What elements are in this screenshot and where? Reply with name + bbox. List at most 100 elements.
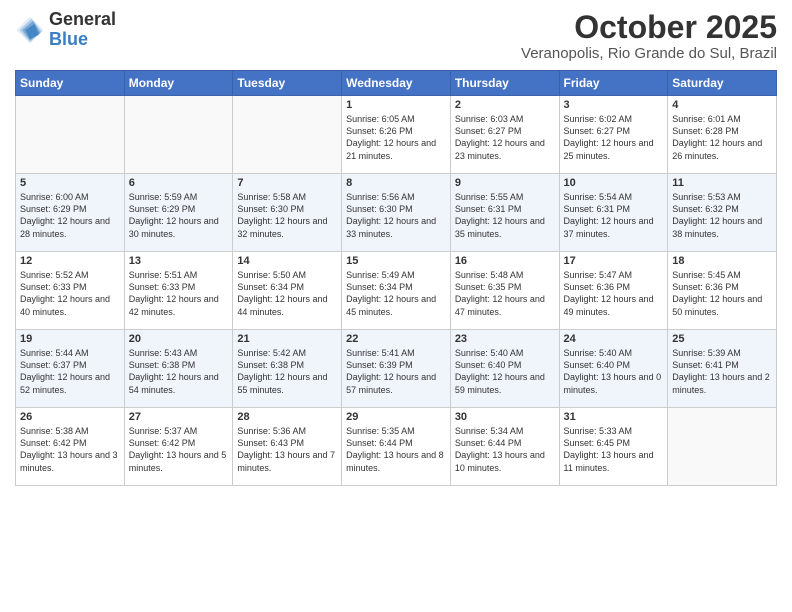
day-number: 10 — [564, 177, 664, 189]
day-cell: 11 Sunrise: 5:53 AM Sunset: 6:32 PM Dayli… — [668, 174, 777, 252]
day-number: 26 — [20, 411, 120, 423]
day-cell: 7Sunrise: 5:58 AM Sunset: 6:30 PM Daylig… — [233, 174, 342, 252]
day-info: Sunrise: 6:00 AM Sunset: 6:29 PM Dayligh… — [20, 191, 120, 240]
day-number: 11 — [672, 177, 772, 189]
day-number: 23 — [455, 333, 555, 345]
day-info: Sunrise: 5:40 AM Sunset: 6:40 PM Dayligh… — [564, 347, 664, 396]
day-number: 2 — [455, 99, 555, 111]
day-number: 8 — [346, 177, 446, 189]
day-number: 16 — [455, 255, 555, 267]
day-number: 18 — [672, 255, 772, 267]
day-info: Sunrise: 5:52 AM Sunset: 6:33 PM Dayligh… — [20, 269, 120, 318]
day-info: Sunrise: 6:05 AM Sunset: 6:26 PM Dayligh… — [346, 113, 446, 162]
day-number: 17 — [564, 255, 664, 267]
day-cell: 3 Sunrise: 6:02 AM Sunset: 6:27 PM Daylig… — [559, 96, 668, 174]
day-cell — [16, 96, 125, 174]
day-number: 15 — [346, 255, 446, 267]
day-cell — [124, 96, 233, 174]
logo: General Blue — [15, 10, 116, 50]
day-cell: 28 Sunrise: 5:36 AM Sunset: 6:43 PM Dayli… — [233, 408, 342, 486]
day-cell: 17 Sunrise: 5:47 AM Sunset: 6:36 PM Dayli… — [559, 252, 668, 330]
weekday-header-wednesday: Wednesday — [342, 71, 451, 96]
calendar-table: SundayMondayTuesdayWednesdayThursdayFrid… — [15, 70, 777, 486]
day-cell: 24 Sunrise: 5:40 AM Sunset: 6:40 PM Dayli… — [559, 330, 668, 408]
day-number: 5 — [20, 177, 120, 189]
day-number: 4 — [672, 99, 772, 111]
day-cell: 4Sunrise: 6:01 AM Sunset: 6:28 PM Daylig… — [668, 96, 777, 174]
day-number: 21 — [237, 333, 337, 345]
day-number: 28 — [237, 411, 337, 423]
weekday-header-monday: Monday — [124, 71, 233, 96]
week-row-3: 12 Sunrise: 5:52 AM Sunset: 6:33 PM Dayli… — [16, 252, 777, 330]
day-info: Sunrise: 5:55 AM Sunset: 6:31 PM Dayligh… — [455, 191, 555, 240]
day-number: 27 — [129, 411, 229, 423]
day-cell: 27 Sunrise: 5:37 AM Sunset: 6:42 PM Dayli… — [124, 408, 233, 486]
day-info: Sunrise: 5:58 AM Sunset: 6:30 PM Dayligh… — [237, 191, 337, 240]
day-number: 14 — [237, 255, 337, 267]
day-cell: 13Sunrise: 5:51 AM Sunset: 6:33 PM Dayli… — [124, 252, 233, 330]
day-cell: 1 Sunrise: 6:05 AM Sunset: 6:26 PM Daylig… — [342, 96, 451, 174]
day-info: Sunrise: 5:40 AM Sunset: 6:40 PM Dayligh… — [455, 347, 555, 396]
day-number: 6 — [129, 177, 229, 189]
day-info: Sunrise: 6:02 AM Sunset: 6:27 PM Dayligh… — [564, 113, 664, 162]
page: General Blue October 2025 Veranopolis, R… — [0, 0, 792, 612]
day-cell: 21Sunrise: 5:42 AM Sunset: 6:38 PM Dayli… — [233, 330, 342, 408]
day-number: 3 — [564, 99, 664, 111]
day-info: Sunrise: 5:53 AM Sunset: 6:32 PM Dayligh… — [672, 191, 772, 240]
logo-general: General — [49, 10, 116, 30]
day-info: Sunrise: 5:47 AM Sunset: 6:36 PM Dayligh… — [564, 269, 664, 318]
day-cell: 20Sunrise: 5:43 AM Sunset: 6:38 PM Dayli… — [124, 330, 233, 408]
day-number: 9 — [455, 177, 555, 189]
week-row-5: 26 Sunrise: 5:38 AM Sunset: 6:42 PM Dayli… — [16, 408, 777, 486]
weekday-header-thursday: Thursday — [450, 71, 559, 96]
day-cell: 29Sunrise: 5:35 AM Sunset: 6:44 PM Dayli… — [342, 408, 451, 486]
day-cell: 9 Sunrise: 5:55 AM Sunset: 6:31 PM Daylig… — [450, 174, 559, 252]
logo-icon — [15, 15, 45, 45]
header: General Blue October 2025 Veranopolis, R… — [15, 10, 777, 62]
day-number: 12 — [20, 255, 120, 267]
day-info: Sunrise: 5:41 AM Sunset: 6:39 PM Dayligh… — [346, 347, 446, 396]
day-cell: 30Sunrise: 5:34 AM Sunset: 6:44 PM Dayli… — [450, 408, 559, 486]
day-cell: 12 Sunrise: 5:52 AM Sunset: 6:33 PM Dayli… — [16, 252, 125, 330]
day-cell: 31Sunrise: 5:33 AM Sunset: 6:45 PM Dayli… — [559, 408, 668, 486]
weekday-header-tuesday: Tuesday — [233, 71, 342, 96]
day-info: Sunrise: 5:44 AM Sunset: 6:37 PM Dayligh… — [20, 347, 120, 396]
day-info: Sunrise: 6:03 AM Sunset: 6:27 PM Dayligh… — [455, 113, 555, 162]
day-info: Sunrise: 5:36 AM Sunset: 6:43 PM Dayligh… — [237, 425, 337, 474]
day-info: Sunrise: 5:39 AM Sunset: 6:41 PM Dayligh… — [672, 347, 772, 396]
day-number: 19 — [20, 333, 120, 345]
day-cell: 22 Sunrise: 5:41 AM Sunset: 6:39 PM Dayli… — [342, 330, 451, 408]
day-info: Sunrise: 5:45 AM Sunset: 6:36 PM Dayligh… — [672, 269, 772, 318]
day-cell: 5 Sunrise: 6:00 AM Sunset: 6:29 PM Daylig… — [16, 174, 125, 252]
week-row-2: 5 Sunrise: 6:00 AM Sunset: 6:29 PM Daylig… — [16, 174, 777, 252]
day-info: Sunrise: 5:51 AM Sunset: 6:33 PM Dayligh… — [129, 269, 229, 318]
day-cell — [233, 96, 342, 174]
day-info: Sunrise: 5:38 AM Sunset: 6:42 PM Dayligh… — [20, 425, 120, 474]
day-number: 1 — [346, 99, 446, 111]
day-cell: 8Sunrise: 5:56 AM Sunset: 6:30 PM Daylig… — [342, 174, 451, 252]
weekday-header-saturday: Saturday — [668, 71, 777, 96]
day-cell: 2 Sunrise: 6:03 AM Sunset: 6:27 PM Daylig… — [450, 96, 559, 174]
logo-text: General Blue — [49, 10, 116, 50]
day-cell — [668, 408, 777, 486]
day-cell: 16Sunrise: 5:48 AM Sunset: 6:35 PM Dayli… — [450, 252, 559, 330]
day-cell: 14Sunrise: 5:50 AM Sunset: 6:34 PM Dayli… — [233, 252, 342, 330]
day-cell: 15 Sunrise: 5:49 AM Sunset: 6:34 PM Dayli… — [342, 252, 451, 330]
day-cell: 6 Sunrise: 5:59 AM Sunset: 6:29 PM Daylig… — [124, 174, 233, 252]
week-row-4: 19 Sunrise: 5:44 AM Sunset: 6:37 PM Dayli… — [16, 330, 777, 408]
day-number: 30 — [455, 411, 555, 423]
day-info: Sunrise: 5:59 AM Sunset: 6:29 PM Dayligh… — [129, 191, 229, 240]
day-info: Sunrise: 5:37 AM Sunset: 6:42 PM Dayligh… — [129, 425, 229, 474]
day-number: 24 — [564, 333, 664, 345]
day-info: Sunrise: 5:49 AM Sunset: 6:34 PM Dayligh… — [346, 269, 446, 318]
week-row-1: 1 Sunrise: 6:05 AM Sunset: 6:26 PM Daylig… — [16, 96, 777, 174]
month-title: October 2025 — [521, 10, 777, 45]
day-number: 22 — [346, 333, 446, 345]
day-info: Sunrise: 5:54 AM Sunset: 6:31 PM Dayligh… — [564, 191, 664, 240]
location: Veranopolis, Rio Grande do Sul, Brazil — [521, 45, 777, 62]
day-cell: 26 Sunrise: 5:38 AM Sunset: 6:42 PM Dayli… — [16, 408, 125, 486]
day-number: 20 — [129, 333, 229, 345]
title-block: October 2025 Veranopolis, Rio Grande do … — [521, 10, 777, 62]
logo-blue: Blue — [49, 30, 116, 50]
weekday-header-sunday: Sunday — [16, 71, 125, 96]
